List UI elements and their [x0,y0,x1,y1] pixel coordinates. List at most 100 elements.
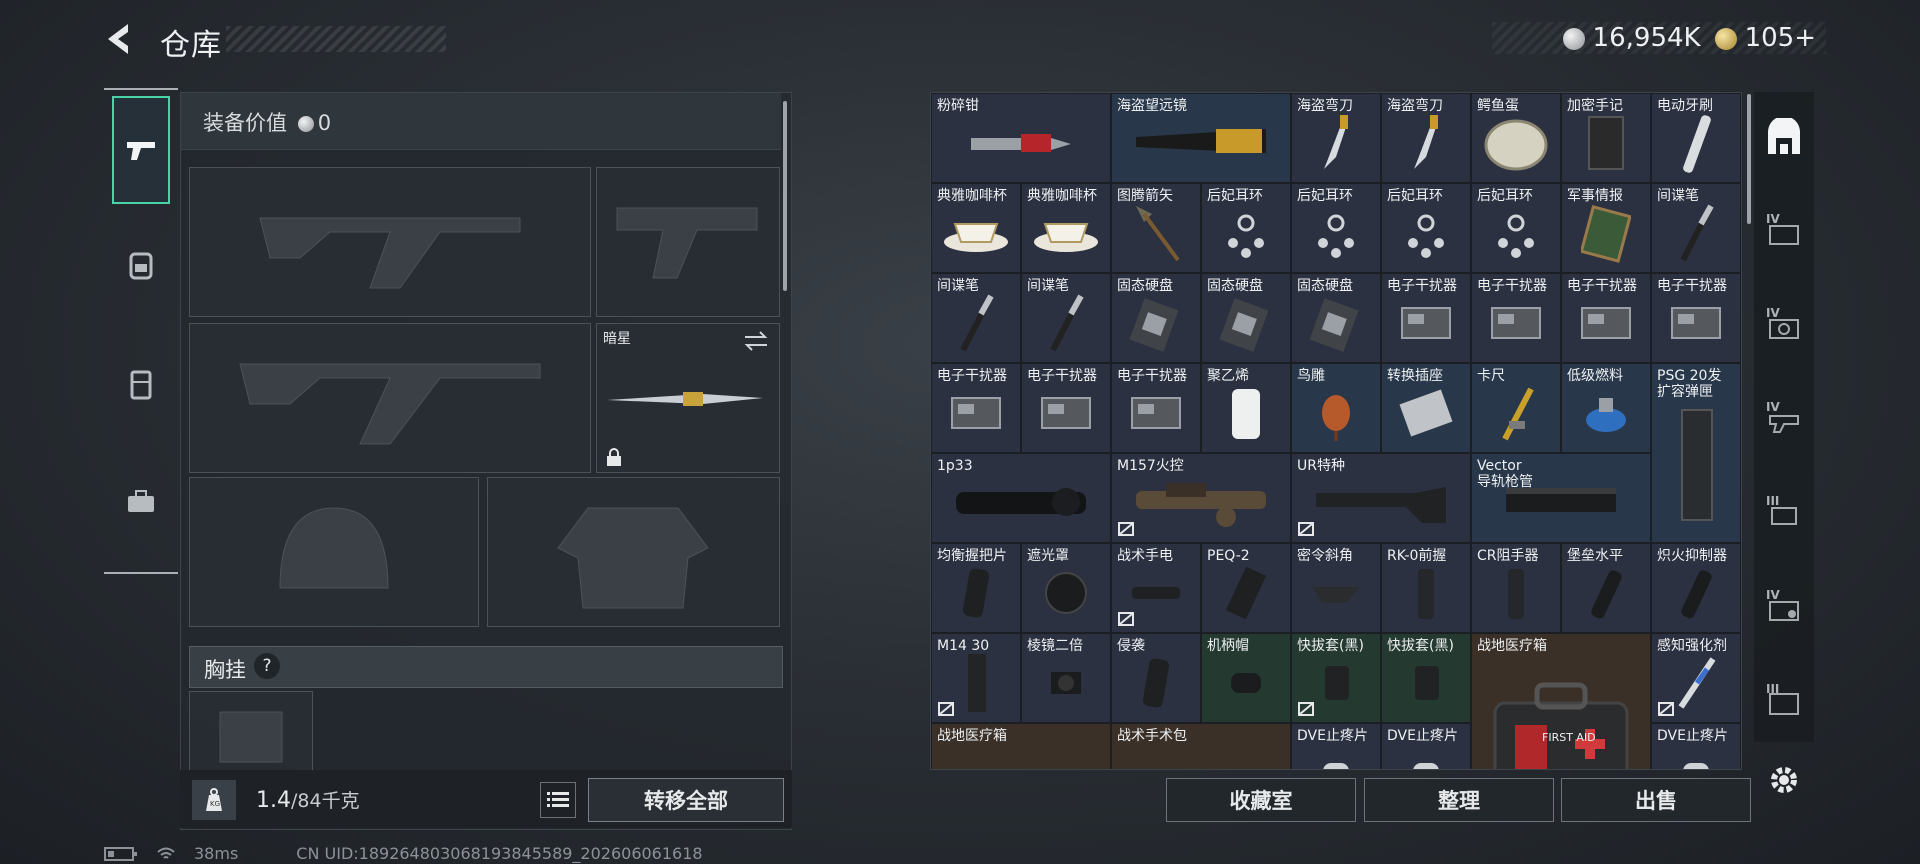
stash-item[interactable]: 图腾箭矢 [1111,183,1201,273]
stash-item-name: 均衡握把片 [937,548,1007,564]
stash-item[interactable]: 堡垒水平 [1561,543,1651,633]
stash-item[interactable]: 固态硬盘 [1111,273,1201,363]
melee-slot[interactable]: 暗星 [596,323,780,473]
stash-item[interactable]: 海盗望远镜 [1111,93,1291,183]
stash-item[interactable]: 侵袭 [1111,633,1201,723]
stash-item-name: 低级燃料 [1567,368,1623,384]
stash-item[interactable]: 后妃耳环 [1201,183,1291,273]
stash-scrollbar[interactable] [1747,94,1751,224]
help-icon[interactable]: ? [254,653,280,679]
stash-item[interactable]: 电子干扰器 [1111,363,1201,453]
stash-item[interactable]: 电子干扰器 [1651,273,1741,363]
stash-item[interactable]: 战术手电 [1111,543,1201,633]
stash-item[interactable]: 间谍笔 [931,273,1021,363]
ssd-item-icon [1126,293,1186,357]
stash-item[interactable]: 感知强化剂 [1651,633,1741,723]
stash-item[interactable]: 炽火抑制器 [1651,543,1741,633]
nav-weapons[interactable] [112,96,170,204]
sort-button[interactable]: 整理 [1364,778,1554,822]
stash-item[interactable]: 间谍笔 [1021,273,1111,363]
unlocked-icon [1118,522,1134,536]
gold-currency[interactable]: 105+ [1714,23,1816,53]
armor-slot[interactable] [487,477,780,627]
stash-item[interactable]: 后妃耳环 [1291,183,1381,273]
swap-icon[interactable] [743,330,769,352]
helmet-slot[interactable] [189,477,479,627]
stash-item-name: 加密手记 [1567,98,1623,114]
stash-item[interactable]: 聚乙烯 [1201,363,1291,453]
stash-item[interactable]: UR特种 [1291,453,1471,543]
stash-item[interactable]: DVE止疼片 [1381,723,1471,769]
backpack-icon [129,252,153,280]
equipment-scrollbar[interactable] [783,101,787,291]
stash-item[interactable]: DVE止疼片 [1651,723,1741,769]
nav-toolbox[interactable] [104,446,178,558]
stash-item[interactable]: 转换插座 [1381,363,1471,453]
stash-item[interactable]: 电子干扰器 [1381,273,1471,363]
stash-item[interactable]: 军事情报 [1561,183,1651,273]
stash-item[interactable]: M14 30 [931,633,1021,723]
stash-item[interactable]: 后妃耳环 [1471,183,1561,273]
stash-item-name: RK-0前握 [1387,548,1447,564]
stash-item[interactable]: 机柄帽 [1201,633,1291,723]
stash-item[interactable]: 海盗弯刀 [1381,93,1471,183]
stash-item[interactable]: PEQ-2 [1201,543,1291,633]
stash-item[interactable]: CR阻手器 [1471,543,1561,633]
tab-stash-6[interactable]: III [1762,680,1806,724]
stash-item[interactable]: 低级燃料 [1561,363,1651,453]
stash-item[interactable]: 固态硬盘 [1201,273,1291,363]
stash-item-name: 密令斜角 [1297,548,1353,564]
stash-item[interactable]: 后妃耳环 [1381,183,1471,273]
stash-item[interactable]: 鳄鱼蛋 [1471,93,1561,183]
back-arrow-icon[interactable] [104,22,134,56]
silver-amount: 16,954K [1592,23,1701,53]
nav-backpack[interactable] [104,208,178,320]
mag-item-icon [1666,400,1726,534]
stash-item[interactable]: 电子干扰器 [1021,363,1111,453]
pistol-slot[interactable] [596,167,780,317]
stash-item[interactable]: 均衡握把片 [931,543,1021,633]
tab-stash-4[interactable]: III [1762,492,1806,536]
sell-button[interactable]: 出售 [1561,778,1751,822]
stash-item[interactable]: 粉碎钳 [931,93,1111,183]
stash-item[interactable]: M157火控 [1111,453,1291,543]
stash-item[interactable]: 战术手术包 [1111,723,1291,769]
chest-rig-slot[interactable] [189,691,313,773]
stash-item[interactable]: 电子干扰器 [931,363,1021,453]
stash-item[interactable]: RK-0前握 [1381,543,1471,633]
stash-item[interactable]: 固态硬盘 [1291,273,1381,363]
stash-item[interactable]: 电子干扰器 [1471,273,1561,363]
tab-stash-3[interactable]: IV [1762,398,1806,442]
stash-item[interactable]: DVE止疼片 [1291,723,1381,769]
secondary-weapon-slot[interactable] [189,323,591,473]
stash-item[interactable]: 间谍笔 [1651,183,1741,273]
stash-item[interactable]: Vector 导轨枪管 [1471,453,1651,543]
stash-item[interactable]: 典雅咖啡杯 [1021,183,1111,273]
stash-item-name: 聚乙烯 [1207,368,1249,384]
stash-item[interactable]: 快拔套(黑) [1381,633,1471,723]
stash-item[interactable]: 加密手记 [1561,93,1651,183]
stash-item[interactable]: 卡尺 [1471,363,1561,453]
stash-item[interactable]: 电子干扰器 [1561,273,1651,363]
stash-item[interactable]: PSG 20发 扩容弹匣 [1651,363,1741,543]
collection-room-button[interactable]: 收藏室 [1166,778,1356,822]
primary-weapon-slot[interactable] [189,167,591,317]
stash-item[interactable]: 电动牙刷 [1651,93,1741,183]
stash-item[interactable]: 遮光罩 [1021,543,1111,633]
stash-item[interactable]: 典雅咖啡杯 [931,183,1021,273]
stash-item[interactable]: 快拔套(黑) [1291,633,1381,723]
stash-item[interactable]: 海盗弯刀 [1291,93,1381,183]
nav-vest[interactable] [104,328,178,440]
tab-stash-5[interactable]: IV [1762,586,1806,630]
tab-all-stash[interactable] [1762,116,1806,160]
stash-item[interactable]: 1p33 [931,453,1111,543]
stash-item[interactable]: 鸟雕 [1291,363,1381,453]
stash-item[interactable]: 战地医疗箱 [931,723,1111,769]
tab-stash-1[interactable]: IV [1762,210,1806,254]
stash-item[interactable]: 战地医疗箱 FIRST AID [1471,633,1651,769]
cup-item-icon [941,208,1011,262]
tab-stash-2[interactable]: IV [1762,304,1806,348]
stash-item[interactable]: 棱镜二倍 [1021,633,1111,723]
stash-item[interactable]: 密令斜角 [1291,543,1381,633]
knife-item-icon [1406,113,1446,177]
